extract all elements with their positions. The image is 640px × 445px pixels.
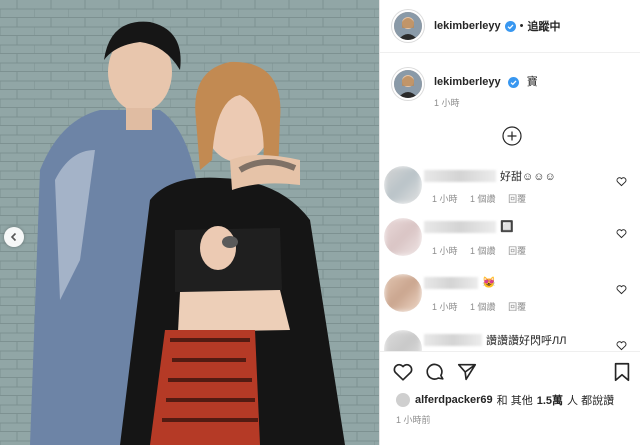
reply-button[interactable]: 回覆 (508, 246, 526, 256)
comment-meta: 1 小時 1 個讚 回覆 (432, 300, 536, 313)
heart-icon[interactable] (392, 361, 414, 383)
header-username[interactable]: lekimberleyy (434, 20, 501, 32)
comment-meta: 1 小時 1 個讚 回覆 (432, 192, 536, 205)
comment-likes[interactable]: 1 個讚 (470, 246, 496, 256)
caption-text: 寶 (526, 76, 538, 88)
commenter-username[interactable] (424, 170, 496, 182)
likes-middle-text: 和 其他 (496, 395, 533, 407)
caption-avatar[interactable] (392, 68, 424, 100)
reply-button[interactable]: 回覆 (508, 194, 526, 204)
liker-avatar[interactable] (396, 393, 410, 407)
post-photo[interactable] (0, 0, 379, 445)
comment-item: 😻 1 小時 1 個讚 回覆 (380, 270, 640, 320)
share-icon[interactable] (456, 361, 478, 383)
reply-button[interactable]: 回覆 (508, 302, 526, 312)
author-avatar[interactable] (392, 10, 424, 42)
comment-body: 🔲 (424, 220, 514, 233)
heart-icon[interactable] (616, 176, 627, 187)
comment-item: 🔲 1 小時 1 個讚 回覆 (380, 214, 640, 264)
liker-username[interactable]: alferdpacker69 (415, 394, 493, 406)
load-more-comments-button[interactable] (502, 126, 522, 146)
heart-icon[interactable] (616, 228, 627, 239)
post-header: lekimberleyy • 追蹤中 (380, 0, 640, 53)
caption-username[interactable]: lekimberleyy (434, 76, 501, 88)
comment-item: 讚讚讚好閃呼ЛЛ (380, 326, 640, 351)
commenter-username[interactable] (424, 276, 478, 289)
commenter-avatar[interactable] (384, 330, 422, 351)
comment-body: 😻 (424, 276, 496, 289)
photo-illustration (0, 0, 379, 445)
caption-line: lekimberleyy 寶 (434, 73, 538, 89)
comment-time: 1 小時 (432, 246, 458, 256)
post-side-panel: lekimberleyy • 追蹤中 lekimberleyy 寶 1 小時 好… (379, 0, 640, 445)
comment-text: 🔲 (500, 221, 514, 233)
following-button[interactable]: 追蹤中 (528, 18, 561, 34)
chevron-left-icon (10, 232, 17, 242)
bookmark-icon[interactable] (611, 361, 633, 383)
comment-body: 好甜☺☺☺ (424, 168, 556, 184)
commenter-avatar[interactable] (384, 218, 422, 256)
likes-count[interactable]: 1.5萬 (537, 392, 563, 408)
verified-icon (507, 76, 519, 88)
verified-icon (504, 20, 516, 32)
comment-likes[interactable]: 1 個讚 (470, 302, 496, 312)
comment-time: 1 小時 (432, 302, 458, 312)
commenter-username[interactable] (424, 220, 496, 233)
comment-text: 讚讚讚好閃呼ЛЛ (486, 335, 567, 347)
comment-likes[interactable]: 1 個讚 (470, 194, 496, 204)
heart-icon[interactable] (616, 340, 627, 351)
comment-item: 好甜☺☺☺ 1 小時 1 個讚 回覆 (380, 162, 640, 212)
likes-suffix-text: 人 都說讚 (567, 395, 615, 407)
header-separator: • (519, 20, 524, 32)
action-bar (380, 351, 640, 392)
caption-time: 1 小時 (434, 98, 460, 108)
comment-body: 讚讚讚好閃呼ЛЛ (424, 332, 566, 348)
heart-icon[interactable] (616, 284, 627, 295)
comment-text: 好甜☺☺☺ (500, 171, 556, 183)
add-comment-icon (502, 126, 522, 146)
comment-icon[interactable] (424, 361, 446, 383)
commenter-username[interactable] (424, 334, 482, 346)
commenter-avatar[interactable] (384, 274, 422, 312)
post-timestamp: 1 小時前 (396, 415, 431, 425)
previous-photo-button[interactable] (4, 227, 24, 247)
likes-summary: alferdpacker69 和 其他 1.5萬 人 都說讚 (380, 389, 640, 411)
comment-meta: 1 小時 1 個讚 回覆 (432, 244, 536, 257)
comment-text: 😻 (482, 277, 496, 289)
comment-time: 1 小時 (432, 194, 458, 204)
commenter-avatar[interactable] (384, 166, 422, 204)
